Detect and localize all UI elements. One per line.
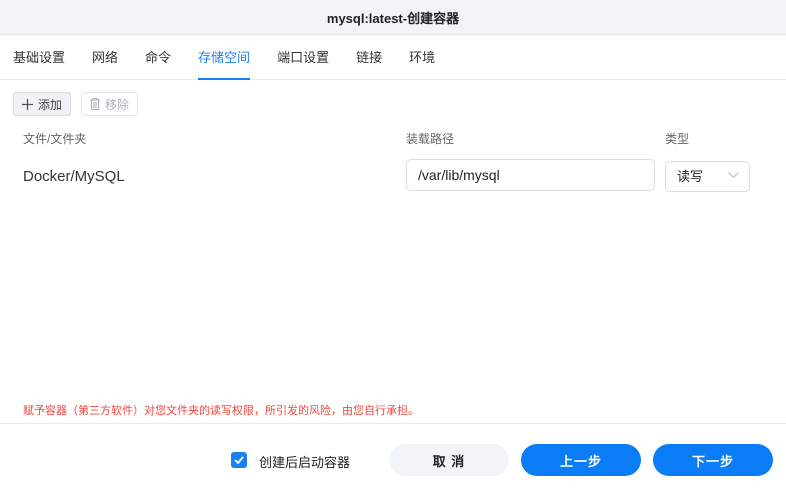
chevron-down-icon	[728, 172, 739, 179]
previous-step-button[interactable]: 上一步	[521, 444, 641, 476]
mount-path-input[interactable]: /var/lib/mysql	[406, 159, 655, 191]
tab-basic-settings[interactable]: 基础设置	[13, 35, 65, 80]
risk-warning: 赋予容器（第三方软件）对您文件夹的读写权限，所引发的风险，由您自行承担。	[23, 405, 419, 417]
tab-bar: 基础设置 网络 命令 存储空间 端口设置 链接 环境	[0, 35, 786, 80]
cancel-button[interactable]: 取 消	[389, 444, 509, 476]
column-header-folder: 文件/文件夹	[23, 132, 87, 146]
window-title: mysql:latest-创建容器	[0, 0, 786, 35]
type-value: 读写	[677, 169, 704, 184]
tab-command[interactable]: 命令	[145, 35, 171, 80]
start-after-create-checkbox[interactable]	[231, 452, 247, 468]
remove-button[interactable]: 移除	[81, 92, 139, 116]
folder-cell: Docker/MySQL	[23, 168, 125, 185]
type-select[interactable]: 读写	[665, 161, 750, 192]
plus-icon	[22, 98, 33, 110]
add-label: 添加	[38, 97, 63, 112]
tab-network[interactable]: 网络	[92, 35, 118, 80]
tab-port-settings[interactable]: 端口设置	[277, 35, 329, 80]
next-step-button[interactable]: 下一步	[653, 444, 773, 476]
trash-icon	[90, 98, 101, 110]
add-button[interactable]: 添加	[13, 92, 72, 116]
check-icon	[234, 456, 244, 464]
tab-environment[interactable]: 环境	[409, 35, 435, 80]
start-after-create-label[interactable]: 创建后启动容器	[259, 452, 350, 471]
toolbar: 添加 移除	[13, 92, 139, 116]
tab-storage[interactable]: 存储空间	[198, 35, 251, 80]
tab-links[interactable]: 链接	[356, 35, 382, 80]
column-header-type: 类型	[665, 132, 690, 146]
column-header-mount-path: 装载路径	[406, 132, 455, 146]
remove-label: 移除	[105, 97, 130, 112]
